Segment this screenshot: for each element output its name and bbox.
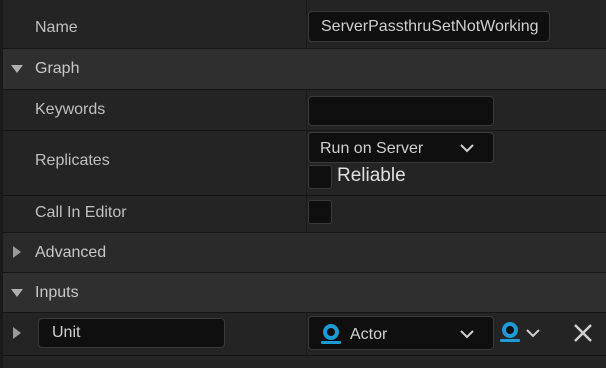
call-in-editor-checkbox[interactable] (308, 200, 332, 224)
column-divider (306, 0, 307, 48)
input-type-dropdown[interactable]: Actor (308, 316, 494, 350)
column-divider (306, 90, 307, 130)
replicates-row: Replicates Run on Server Reliable (0, 131, 606, 196)
advanced-section-title: Advanced (35, 244, 107, 261)
keywords-label: Keywords (35, 101, 106, 118)
call-in-editor-row: Call In Editor (0, 196, 606, 233)
column-divider (306, 313, 307, 355)
column-divider (306, 196, 307, 232)
replicates-dropdown[interactable]: Run on Server (308, 132, 494, 163)
inputs-section-header[interactable]: Inputs (0, 273, 606, 313)
chevron-down-icon (460, 144, 474, 153)
reliable-label: Reliable (337, 165, 406, 186)
replicates-label: Replicates (35, 152, 110, 169)
details-panel: Name ServerPassthruSetNotWorking Graph K… (0, 0, 606, 368)
call-in-editor-label: Call In Editor (35, 204, 127, 221)
inputs-section-title: Inputs (35, 284, 79, 301)
graph-section-header[interactable]: Graph (0, 49, 606, 90)
expand-arrow-icon (13, 246, 21, 258)
chevron-down-icon (460, 330, 474, 339)
container-type-dropdown[interactable] (496, 318, 544, 348)
keywords-row: Keywords (0, 90, 606, 131)
input-parameter-row: Unit Actor (0, 313, 606, 356)
actor-pin-icon (321, 324, 341, 344)
panel-left-border (0, 0, 3, 368)
name-row: Name ServerPassthruSetNotWorking (0, 0, 606, 49)
input-type-value: Actor (350, 326, 388, 343)
name-label: Name (35, 19, 78, 36)
chevron-down-icon (526, 329, 540, 338)
column-divider (306, 131, 307, 195)
replicates-value: Run on Server (320, 140, 424, 157)
actor-pin-icon (500, 322, 520, 342)
collapse-arrow-icon (11, 65, 23, 73)
name-field[interactable]: ServerPassthruSetNotWorking (308, 11, 550, 42)
graph-section-title: Graph (35, 60, 80, 77)
input-name-field[interactable]: Unit (38, 318, 225, 348)
collapse-arrow-icon (11, 289, 23, 297)
expand-arrow-icon[interactable] (13, 327, 21, 339)
reliable-checkbox[interactable] (308, 165, 332, 189)
advanced-section-header[interactable]: Advanced (0, 233, 606, 273)
keywords-field[interactable] (308, 96, 494, 126)
remove-x-icon[interactable] (572, 322, 594, 344)
